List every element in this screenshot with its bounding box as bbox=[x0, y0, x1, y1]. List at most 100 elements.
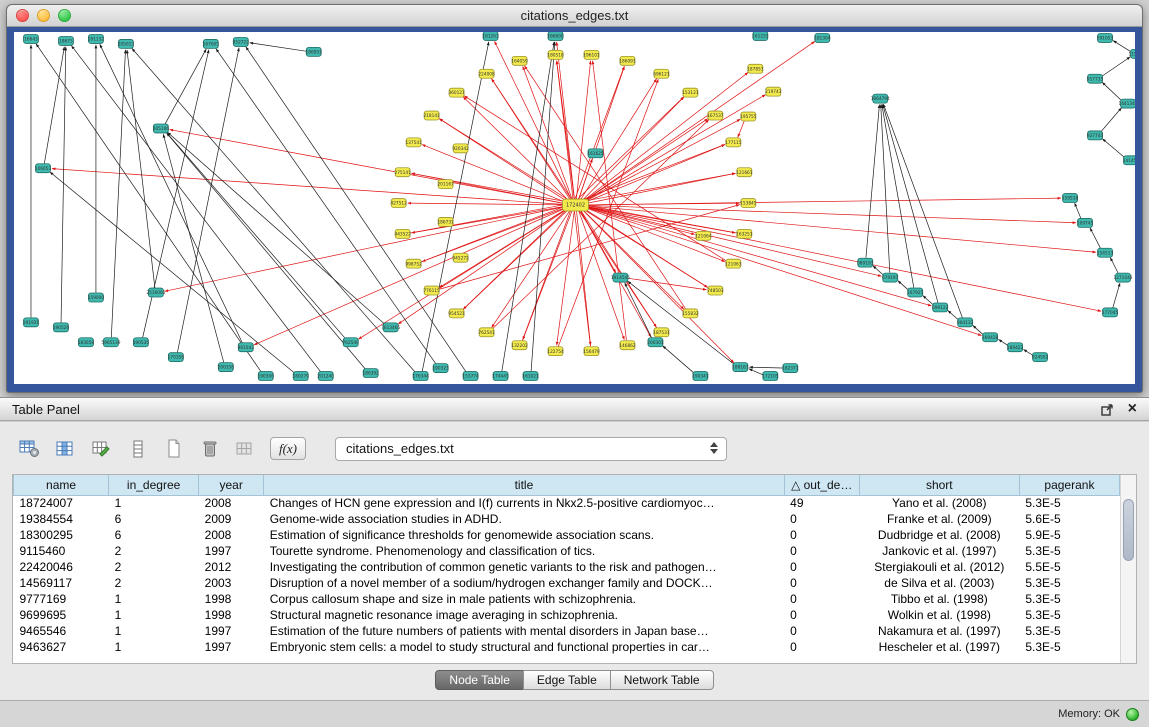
table-row[interactable]: 969969511998Structural magnetic resonanc… bbox=[14, 607, 1120, 623]
graph-node[interactable]: 181263 bbox=[482, 32, 499, 40]
graph-node[interactable]: 121063 bbox=[725, 259, 742, 268]
graph-node[interactable]: 161021 bbox=[522, 372, 539, 381]
graph-node[interactable]: 186731 bbox=[437, 217, 454, 226]
minimize-button[interactable] bbox=[37, 9, 50, 22]
graph-node[interactable]: 121661 bbox=[736, 168, 753, 177]
table-row[interactable]: 946554611997Estimation of the future num… bbox=[14, 623, 1120, 639]
graph-node[interactable]: 591053 bbox=[1097, 33, 1114, 42]
graph-edge[interactable] bbox=[582, 72, 748, 202]
graph-node[interactable]: 187531 bbox=[653, 328, 670, 337]
graph-node[interactable]: 109745 bbox=[1077, 218, 1094, 227]
graph-edge[interactable] bbox=[948, 311, 958, 320]
graph-edge[interactable] bbox=[492, 209, 571, 327]
function-builder-button[interactable]: f(x) bbox=[270, 437, 306, 460]
table-source-dropdown[interactable]: citations_edges.txt bbox=[335, 437, 727, 461]
graph-node[interactable]: 195755 bbox=[740, 112, 757, 121]
graph-node[interactable]: 190306 bbox=[258, 372, 275, 381]
graph-node[interactable]: 122754 bbox=[547, 347, 564, 356]
graph-edge[interactable] bbox=[628, 278, 706, 289]
graph-edge[interactable] bbox=[873, 266, 883, 275]
graph-node[interactable]: 153121 bbox=[682, 88, 699, 97]
graph-node[interactable]: 275141 bbox=[394, 168, 411, 177]
graph-node[interactable]: 218141 bbox=[423, 111, 440, 120]
graph-edge[interactable] bbox=[250, 43, 306, 51]
graph-node[interactable]: 190526 bbox=[53, 323, 70, 332]
graph-node[interactable]: 190535 bbox=[133, 338, 150, 347]
graph-node[interactable]: 696121 bbox=[653, 69, 670, 78]
graph-node[interactable]: 954521 bbox=[448, 309, 465, 318]
graph-node[interactable]: 927743 bbox=[1087, 131, 1104, 140]
graph-edge[interactable] bbox=[576, 210, 590, 345]
graph-edge[interactable] bbox=[881, 105, 890, 273]
graph-node[interactable]: 776115 bbox=[423, 286, 440, 295]
graph-node[interactable]: 121064 bbox=[695, 231, 712, 240]
graph-node[interactable]: 200301 bbox=[647, 338, 664, 347]
edit-table-button[interactable] bbox=[88, 436, 115, 461]
table-row[interactable]: 2242004622012Investigating the contribut… bbox=[14, 559, 1120, 575]
rows-button[interactable] bbox=[124, 436, 151, 461]
graph-edge[interactable] bbox=[1023, 349, 1032, 355]
graph-edge[interactable] bbox=[1110, 258, 1118, 274]
table-row[interactable]: 1456911722003Disruption of a novel membe… bbox=[14, 575, 1120, 591]
graph-node[interactable]: 1914545 bbox=[611, 273, 630, 282]
graph-edge[interactable] bbox=[1102, 82, 1121, 100]
graph-node[interactable]: 182371 bbox=[782, 364, 799, 373]
graph-node[interactable]: 164059 bbox=[511, 56, 528, 65]
graph-node[interactable]: 163251 bbox=[736, 229, 753, 238]
graph-edge[interactable] bbox=[1102, 139, 1124, 158]
graph-node[interactable]: 089193 bbox=[857, 258, 874, 267]
graph-node[interactable]: 172402 bbox=[563, 199, 589, 211]
graph-edge[interactable] bbox=[1075, 203, 1081, 219]
graph-node[interactable]: 174445 bbox=[492, 372, 509, 381]
graph-node[interactable]: 952722 bbox=[233, 37, 250, 46]
graph-node[interactable]: 146862 bbox=[619, 341, 636, 350]
graph-edge[interactable] bbox=[580, 79, 657, 201]
column-header[interactable]: name bbox=[14, 475, 109, 495]
graph-node[interactable]: 427512 bbox=[390, 199, 407, 208]
graph-node[interactable]: 443522 bbox=[394, 229, 411, 238]
graph-edge[interactable] bbox=[583, 206, 1096, 253]
graph-node[interactable]: 137541 bbox=[405, 138, 422, 147]
graph-edge[interactable] bbox=[502, 42, 554, 371]
column-header[interactable]: pagerank bbox=[1019, 475, 1119, 495]
graph-edge[interactable] bbox=[531, 42, 555, 371]
graph-node[interactable]: 998752 bbox=[405, 259, 422, 268]
graph-node[interactable]: 917735 bbox=[1087, 74, 1104, 83]
close-button[interactable] bbox=[16, 9, 29, 22]
graph-node[interactable]: 169428 bbox=[982, 333, 999, 342]
tab-node-table[interactable]: Node Table bbox=[435, 670, 524, 690]
graph-node[interactable]: 167605 bbox=[203, 39, 220, 48]
graph-edge[interactable] bbox=[100, 44, 242, 342]
table-scrollbar-thumb[interactable] bbox=[1123, 499, 1134, 561]
column-header[interactable]: in_degree bbox=[109, 475, 199, 495]
graph-edge[interactable] bbox=[663, 346, 694, 373]
graph-node[interactable]: 159000 bbox=[88, 293, 105, 302]
graph-node[interactable]: 176344 bbox=[412, 372, 429, 381]
delete-button[interactable] bbox=[196, 436, 223, 461]
table-scrollbar[interactable] bbox=[1120, 475, 1136, 663]
import-table-button[interactable] bbox=[232, 436, 259, 461]
graph-node[interactable]: 154513 bbox=[1097, 248, 1114, 257]
graph-edge[interactable] bbox=[254, 207, 568, 345]
graph-node[interactable]: 762540 bbox=[343, 338, 360, 347]
graph-node[interactable]: 1664794 bbox=[871, 94, 890, 103]
tab-edge-table[interactable]: Edge Table bbox=[523, 670, 611, 690]
graph-node[interactable]: 945272 bbox=[452, 253, 469, 262]
graph-node[interactable]: 7613465 bbox=[381, 323, 400, 332]
graph-node[interactable]: 201240 bbox=[318, 372, 335, 381]
graph-node[interactable]: 679197 bbox=[882, 273, 899, 282]
graph-edge[interactable] bbox=[36, 44, 261, 372]
graph-node[interactable]: 191132 bbox=[88, 34, 105, 43]
graph-node[interactable]: 190341 bbox=[692, 372, 709, 381]
graph-edge[interactable] bbox=[358, 208, 568, 340]
table-row[interactable]: 946362711997Embryonic stem cells: a mode… bbox=[14, 639, 1120, 655]
graph-edge[interactable] bbox=[1101, 108, 1122, 132]
graph-node[interactable]: 1441340 bbox=[1118, 99, 1135, 108]
graph-edge[interactable] bbox=[1113, 283, 1120, 308]
graph-node[interactable]: 183058 bbox=[78, 338, 95, 347]
graph-edge[interactable] bbox=[1090, 228, 1101, 249]
graph-node[interactable]: 159518 bbox=[1062, 194, 1079, 203]
graph-node[interactable]: 172105 bbox=[762, 372, 779, 381]
graph-edge[interactable] bbox=[398, 208, 569, 324]
graph-edge[interactable] bbox=[583, 206, 1101, 311]
